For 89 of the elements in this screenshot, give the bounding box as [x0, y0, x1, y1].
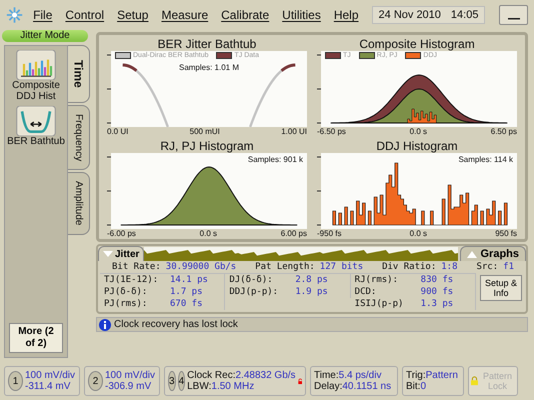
field-value: 127 bits — [320, 262, 364, 272]
starburst-logo-icon — [6, 6, 24, 24]
menu-item[interactable]: File — [33, 8, 52, 22]
setup-button[interactable]: Setup & Info — [480, 275, 522, 301]
timebase-button[interactable]: Time:5.4 ps/div Delay:40.1151 ns — [310, 366, 398, 396]
status-text: -311.4 mV — [25, 381, 70, 392]
status-text: Trig:Pattern — [406, 370, 458, 381]
x-tick-label: -6.00 ps — [107, 229, 136, 239]
field-value: f1 — [503, 262, 514, 272]
result-label: DCD: — [354, 287, 378, 297]
x-tick-label: -6.50 ps — [317, 127, 346, 137]
channel-badge: 1 — [8, 371, 23, 391]
field-value: 30.99000 Gb/s — [166, 262, 236, 272]
result-label: TJ(1E-12): — [104, 275, 160, 285]
result-label: PJ(rms): — [104, 299, 148, 309]
padlock-icon — [471, 375, 478, 387]
field-label: Pat Length: — [255, 262, 315, 272]
sidebar-button[interactable]: Composite DDJ Hist — [6, 50, 66, 102]
x-tick-label: 500 mUI — [190, 127, 220, 137]
result-label: DDJ(p-p): — [229, 287, 280, 297]
status-text: Clock Rec:2.48832 Gb/s — [187, 370, 296, 381]
field-value: 1:8 — [441, 262, 458, 272]
result-value: 900 fs — [420, 287, 454, 297]
message-text: Clock recovery has lost lock — [114, 319, 238, 330]
status-text: Time:5.4 ps/div — [314, 370, 382, 381]
channel-badge: 2 — [88, 371, 103, 391]
samples-count: Samples: 1.01 M — [178, 63, 240, 72]
samples-count: Samples: 114 k — [458, 155, 513, 164]
x-tick-label: 6.50 ps — [490, 127, 517, 137]
status-text: 100 mV/div — [105, 370, 156, 381]
status-text: LBW:1.50 MHz — [187, 381, 254, 392]
result-value: 1.7 ps — [170, 287, 203, 297]
result-label: RJ(rms): — [354, 275, 400, 285]
result-value: 14.1 ps — [170, 275, 208, 285]
clock-button[interactable]: 3 4 Clock Rec:2.48832 Gb/s LBW:1.50 MHz — [164, 366, 306, 396]
menu-item[interactable]: Utilities — [282, 8, 321, 22]
menu-item[interactable]: Control — [65, 8, 104, 22]
x-tick-label: 950 fs — [495, 229, 517, 239]
chart-title: Composite Histogram — [358, 37, 476, 51]
result-value: 670 fs — [170, 299, 203, 309]
menu-item[interactable]: Help — [334, 8, 359, 22]
vertical-tab[interactable]: Time — [68, 45, 90, 103]
jitter-tab[interactable]: Jitter — [98, 246, 144, 261]
result-value: 1.9 ps — [295, 287, 328, 297]
bathtub-curve-icon — [16, 106, 56, 136]
result-label: PJ(δ-δ): — [104, 287, 148, 297]
x-tick-label: 0.0 s — [410, 229, 427, 239]
date-text: 24 Nov 2010 — [378, 9, 441, 21]
time-text: 14:05 — [450, 9, 478, 21]
trigger-button[interactable]: Trig:Pattern Bit:0 — [402, 366, 464, 396]
minimize-icon — [508, 16, 520, 20]
result-value: 2.8 ps — [295, 275, 328, 285]
result-label: ISIJ(p-p) — [354, 299, 404, 309]
field-label: Div Ratio: — [382, 262, 436, 272]
caret-down-icon — [103, 251, 113, 257]
caret-up-icon — [467, 250, 478, 258]
bar-chart-icon — [16, 50, 56, 80]
result-value: 830 fs — [420, 275, 454, 285]
x-tick-label: 6.00 ps — [280, 229, 307, 239]
x-tick-label: 1.00 UI — [281, 127, 307, 137]
menu-item[interactable]: Measure — [161, 8, 208, 22]
menu-item[interactable]: Setup — [117, 8, 148, 22]
x-tick-label: -950 fs — [317, 229, 342, 239]
chart-title: DDJ Histogram — [375, 139, 459, 153]
menu-item[interactable]: Calibrate — [221, 8, 270, 22]
x-tick-label: 0.0 s — [200, 229, 217, 239]
result-label: DJ(δ-δ): — [229, 275, 274, 285]
field-label: Bit Rate: — [112, 262, 161, 272]
info-icon — [99, 318, 111, 330]
result-value: 1.3 ps — [420, 299, 454, 309]
vertical-tab[interactable]: Amplitude — [68, 172, 90, 235]
mode-label: Jitter Mode — [2, 30, 88, 42]
status-text: 100 mV/div — [25, 370, 76, 381]
x-tick-label: 0.0 UI — [107, 127, 128, 137]
x-tick-label: 0.0 s — [410, 127, 427, 137]
samples-count: Samples: 901 k — [248, 155, 303, 164]
channel-badge: 4 — [178, 371, 186, 391]
status-text: Delay:40.1151 ns — [314, 381, 392, 392]
field-label: Src: — [476, 262, 498, 272]
chart-title: RJ, PJ Histogram — [159, 139, 255, 153]
graphs-tab[interactable]: Graphs — [460, 246, 526, 261]
vertical-tab[interactable]: Frequency — [68, 104, 90, 170]
minimize-button[interactable] — [499, 5, 528, 25]
chart-title: BER Jitter Bathtub — [156, 37, 258, 51]
channel-badge: 3 — [168, 371, 176, 391]
more-button[interactable]: More (2 of 2) — [9, 323, 63, 353]
sidebar-button[interactable]: BER Bathtub — [6, 106, 66, 147]
status-text: -306.9 mV — [105, 381, 152, 392]
status-text: Bit:0 — [406, 381, 426, 392]
